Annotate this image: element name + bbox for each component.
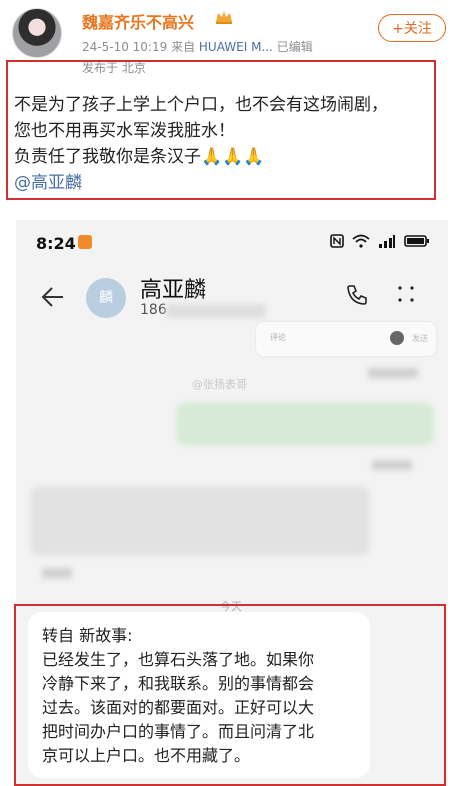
nfc-icon bbox=[330, 234, 344, 248]
status-time: 8:24 bbox=[36, 234, 76, 253]
watermark: @张扬表哥 bbox=[192, 378, 247, 391]
post-text: 不是为了孩子上学上个户口，也不会有这场闹剧， 您也不用再买水军泼我脏水！ 负责任… bbox=[14, 92, 439, 196]
post-line: 您也不用再买水军泼我脏水！ bbox=[14, 121, 235, 141]
username[interactable]: 魏嘉齐乐不高兴 bbox=[82, 9, 194, 33]
post-line: 负责任了我敬你是条汉子🙏🙏🙏 bbox=[14, 147, 265, 167]
message-highlight-box bbox=[14, 604, 446, 786]
redacted-phone-number bbox=[166, 304, 266, 318]
source-prefix: 来自 bbox=[171, 40, 196, 54]
send-hint: 发送 bbox=[412, 334, 428, 343]
status-bar: 8:24 bbox=[16, 220, 448, 264]
mention-link[interactable]: @高亚麟 bbox=[14, 170, 439, 196]
contact-avatar[interactable]: 麟 bbox=[86, 278, 126, 318]
post-meta: 24-5-10 10:19 来自 HUAWEI M... 已编辑 bbox=[82, 38, 313, 55]
redacted-sent-message bbox=[176, 402, 434, 446]
follow-button[interactable]: +关注 bbox=[378, 14, 446, 42]
redacted-received-message bbox=[30, 486, 370, 556]
comment-card[interactable]: 评论 发送 bbox=[256, 322, 436, 356]
crown-icon bbox=[216, 11, 232, 24]
signal-icon bbox=[379, 235, 395, 248]
battery-icon bbox=[404, 235, 429, 247]
contact-name: 高亚麟 bbox=[140, 278, 207, 303]
post-timestamp: 24-5-10 10:19 bbox=[82, 40, 168, 54]
redacted-timestamp bbox=[42, 568, 72, 578]
app-notification-icon bbox=[78, 235, 92, 249]
chat-header: 麟 高亚麟 186 bbox=[16, 264, 448, 330]
phone-call-icon[interactable] bbox=[346, 284, 368, 306]
redacted-timestamp bbox=[368, 368, 418, 378]
edited-label: 已编辑 bbox=[276, 40, 313, 54]
wifi-icon bbox=[352, 234, 370, 248]
post-source[interactable]: HUAWEI M... bbox=[199, 40, 273, 54]
contact-phone: 186 bbox=[140, 302, 167, 318]
post-line: 不是为了孩子上学上个户口，也不会有这场闹剧， bbox=[14, 95, 388, 115]
more-options-icon[interactable] bbox=[396, 284, 416, 304]
comment-hint: 评论 bbox=[270, 333, 286, 342]
redacted-timestamp bbox=[372, 460, 412, 470]
emoji-icon[interactable] bbox=[390, 331, 404, 345]
status-icons bbox=[330, 234, 430, 248]
back-arrow-icon[interactable] bbox=[40, 284, 66, 310]
user-avatar[interactable] bbox=[12, 8, 62, 58]
